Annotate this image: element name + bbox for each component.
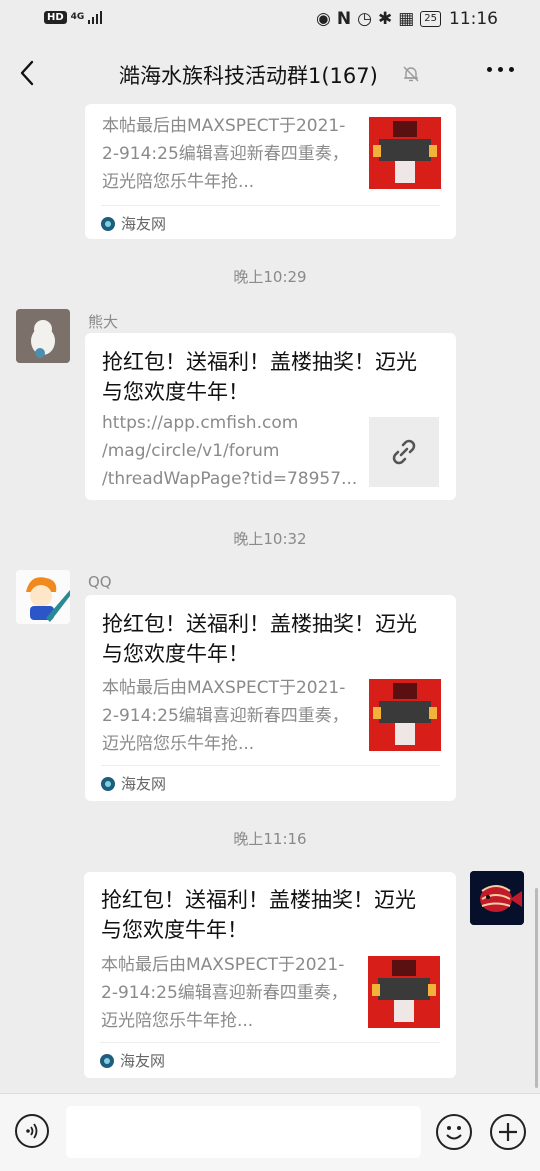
url-line: /mag/circle/v1/forum (102, 441, 280, 461)
sender-name: QQ (88, 573, 112, 591)
source-name: 海友网 (121, 775, 167, 793)
card-description: 本帖最后由MAXSPECT于2021-2-914:25编辑喜迎新春四重奏，迈光陪… (102, 678, 349, 754)
link-card[interactable]: 抢红包！送福利！盖楼抽奖！迈光与您欢度牛年！ 本帖最后由MAXSPECT于202… (85, 595, 456, 801)
scrollbar[interactable] (535, 888, 538, 1088)
chat-area[interactable]: 本帖最后由MAXSPECT于2021-2-914:25编辑喜迎新春四重奏，迈光陪… (0, 104, 540, 1093)
poster-thumbnail-icon (369, 679, 441, 751)
input-bar (0, 1093, 540, 1171)
link-card[interactable]: 本帖最后由MAXSPECT于2021-2-914:25编辑喜迎新春四重奏，迈光陪… (85, 104, 456, 239)
status-time: 11:16 (449, 9, 498, 29)
source-name: 海友网 (121, 215, 167, 233)
network-label: 4G (70, 11, 85, 22)
site-logo-icon (101, 216, 115, 231)
back-arrow-icon[interactable] (14, 56, 44, 90)
chat-title: 澔海水族科技活动群1(167) (119, 64, 378, 88)
avatar-cartoon-rabbit-icon (16, 309, 70, 363)
signal-icon (88, 10, 103, 24)
status-left: HD 4G (44, 10, 103, 24)
more-options-icon[interactable] (487, 67, 514, 72)
card-source: 海友网 (101, 773, 166, 794)
plus-button[interactable] (490, 1114, 526, 1150)
poster-thumbnail-icon (368, 956, 440, 1028)
mute-bell-icon (403, 66, 419, 82)
bluetooth-icon: ✱ (377, 9, 393, 29)
site-logo-icon (100, 1053, 114, 1068)
card-title: 抢红包！送福利！盖楼抽奖！迈光与您欢度牛年！ (102, 612, 417, 666)
card-source: 海友网 (100, 1050, 165, 1071)
vibrate-icon: ▦ (398, 9, 415, 29)
link-thumbnail (369, 417, 439, 487)
card-source: 海友网 (101, 213, 166, 234)
avatar[interactable] (16, 309, 70, 363)
avatar-fish-icon (470, 871, 524, 925)
voice-button[interactable] (15, 1114, 49, 1148)
site-logo-icon (101, 776, 115, 791)
url-line: /threadWapPage?tid=78957... (102, 469, 358, 489)
avatar-cartoon-boy-icon (16, 570, 70, 624)
source-name: 海友网 (120, 1052, 166, 1070)
link-icon (392, 439, 416, 465)
message-input[interactable] (66, 1106, 421, 1158)
card-title: 抢红包！送福利！盖楼抽奖！迈光与您欢度牛年！ (101, 888, 416, 942)
card-url: https://app.cmfish.com /mag/circle/v1/fo… (102, 409, 358, 493)
card-divider (101, 205, 440, 206)
eye-icon: ◉ (316, 9, 331, 29)
link-card[interactable]: 抢红包！送福利！盖楼抽奖！迈光与您欢度牛年！ https://app.cmfis… (85, 333, 456, 500)
emoji-button[interactable] (436, 1114, 472, 1150)
sender-name: 熊大 (88, 313, 119, 331)
url-line: https://app.cmfish.com (102, 413, 299, 433)
nav-bar: 澔海水族科技活动群1(167) (0, 40, 540, 108)
status-bar: HD 4G ◉ N ◷ ✱ ▦ 25 11:16 (0, 0, 540, 40)
card-title: 抢红包！送福利！盖楼抽奖！迈光与您欢度牛年！ (102, 350, 417, 404)
status-right: ◉ N ◷ ✱ ▦ 25 11:16 (316, 9, 498, 29)
battery-icon: 25 (420, 11, 441, 27)
hd-badge: HD (44, 10, 67, 24)
link-card[interactable]: 抢红包！送福利！盖楼抽奖！迈光与您欢度牛年！ 本帖最后由MAXSPECT于202… (84, 872, 456, 1078)
emoji-icon (446, 1126, 462, 1140)
timestamp: 晚上10:29 (233, 268, 307, 286)
card-description: 本帖最后由MAXSPECT于2021-2-914:25编辑喜迎新春四重奏，迈光陪… (102, 116, 349, 192)
avatar[interactable] (470, 871, 524, 925)
poster-thumbnail-icon (369, 117, 441, 189)
nfc-icon: N (336, 9, 352, 29)
timestamp: 晚上10:32 (233, 530, 307, 548)
avatar[interactable] (16, 570, 70, 624)
card-divider (100, 1042, 440, 1043)
plus-icon (499, 1123, 517, 1141)
timestamp: 晚上11:16 (233, 830, 307, 848)
card-divider (101, 765, 440, 766)
alarm-icon: ◷ (357, 9, 372, 29)
voice-icon (26, 1123, 38, 1139)
card-description: 本帖最后由MAXSPECT于2021-2-914:25编辑喜迎新春四重奏，迈光陪… (101, 955, 348, 1031)
